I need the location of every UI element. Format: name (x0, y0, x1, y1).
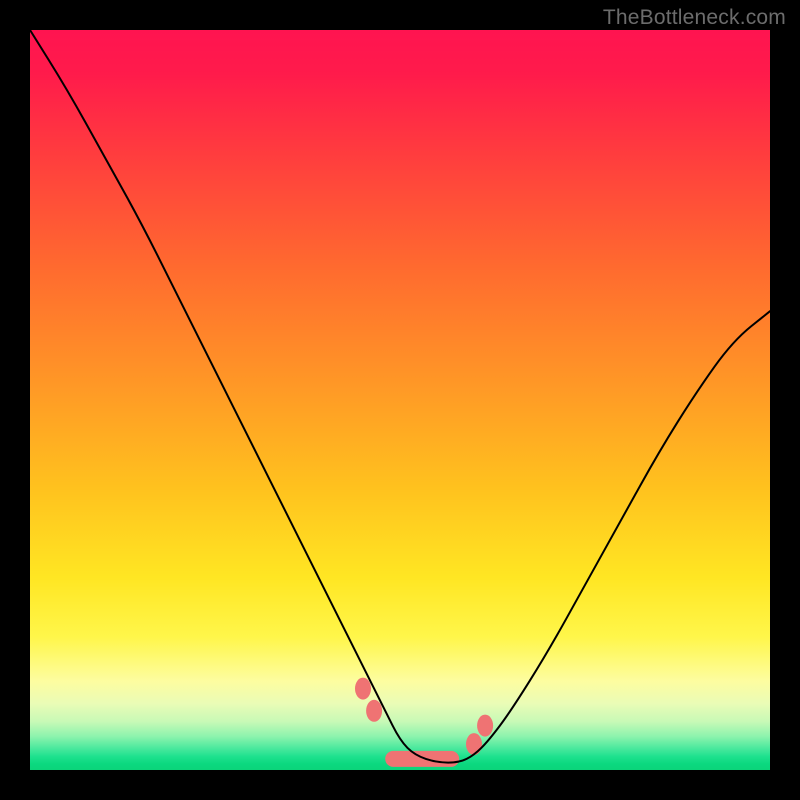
marker-dot (366, 700, 382, 722)
marker-dot (466, 733, 482, 755)
marker-segment (385, 751, 459, 767)
bottleneck-curve (30, 30, 770, 763)
curve-layer (30, 30, 770, 770)
marker-dot (477, 715, 493, 737)
chart-frame: TheBottleneck.com (0, 0, 800, 800)
watermark-text: TheBottleneck.com (603, 6, 786, 30)
marker-dot (355, 678, 371, 700)
plot-area (30, 30, 770, 770)
